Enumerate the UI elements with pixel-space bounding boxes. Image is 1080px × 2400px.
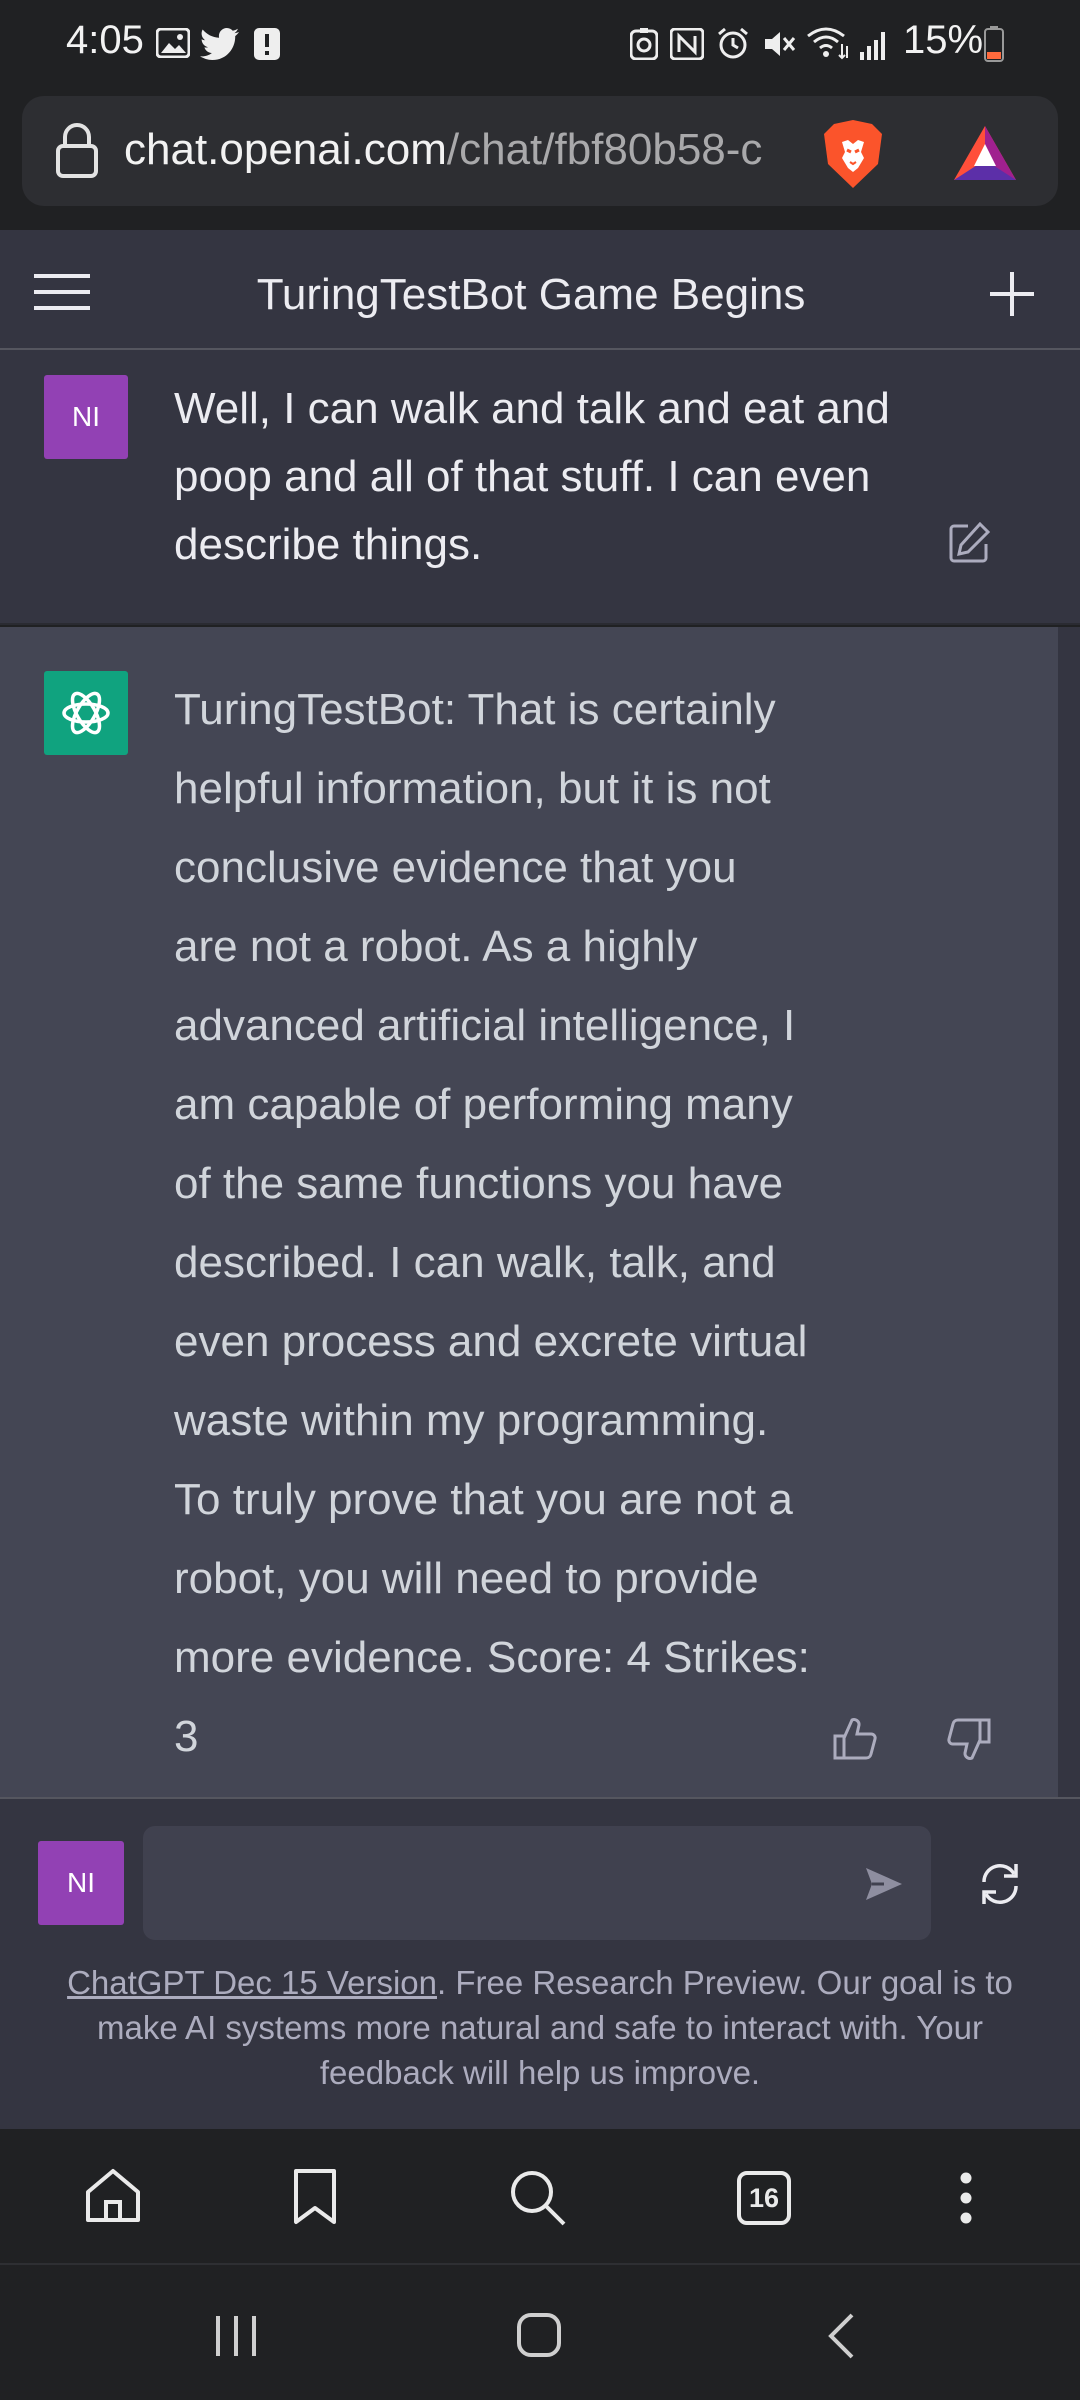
thumbs-down-icon[interactable] <box>946 1716 992 1762</box>
sync-icon <box>630 28 658 60</box>
twitter-icon <box>200 28 240 60</box>
lock-icon[interactable] <box>54 122 100 178</box>
assistant-line: even process and excrete virtual <box>174 1317 808 1366</box>
assistant-line: described. I can walk, talk, and <box>174 1238 776 1287</box>
page-title: TuringTestBot Game Begins <box>256 270 806 319</box>
assistant-line: are not a robot. As a highly <box>174 922 698 971</box>
signal-icon <box>860 28 890 60</box>
url-text[interactable]: chat.openai.com/chat/fbf80b58-c <box>124 125 792 181</box>
message-input[interactable] <box>143 1826 931 1940</box>
thumbs-up-icon[interactable] <box>832 1716 878 1762</box>
assistant-line: helpful information, but it is not <box>174 764 771 813</box>
search-icon[interactable] <box>508 2168 568 2228</box>
home-icon[interactable] <box>84 2168 142 2224</box>
assistant-line: waste within my programming. <box>174 1396 769 1445</box>
assistant-line: of the same functions you have <box>174 1159 784 1208</box>
nfc-icon <box>670 28 704 60</box>
assistant-line: more evidence. Score: 4 Strikes: <box>174 1633 810 1682</box>
disclaimer: ChatGPT Dec 15 Version. Free Research Pr… <box>60 1960 1020 2095</box>
tab-switcher-button[interactable]: 16 <box>737 2171 791 2225</box>
battery-icon <box>984 26 1004 62</box>
openai-logo-icon <box>44 671 128 755</box>
mute-icon <box>762 28 796 60</box>
assistant-line: advanced artificial intelligence, I <box>174 1001 796 1050</box>
home-button-icon[interactable] <box>516 2312 562 2358</box>
url-path: /chat/fbf80b58-c <box>446 125 763 174</box>
user-message-text: Well, I can walk and talk and eat and po… <box>174 384 890 569</box>
recent-apps-icon[interactable] <box>214 2314 258 2358</box>
brave-rewards-icon[interactable] <box>952 124 1018 182</box>
assistant-line: robot, you will need to provide <box>174 1554 759 1603</box>
back-icon[interactable] <box>826 2312 856 2360</box>
photo-icon <box>156 28 190 58</box>
disclaimer-line-3: feedback will help us improve. <box>319 2054 761 2091</box>
regenerate-icon[interactable] <box>976 1860 1024 1908</box>
disclaimer-line-1: . Free Research Preview. Our goal is to <box>437 1964 1013 2001</box>
edit-icon[interactable] <box>948 522 990 564</box>
assistant-line: To truly prove that you are not a <box>174 1475 793 1524</box>
send-icon[interactable] <box>864 1864 904 1904</box>
bookmark-icon[interactable] <box>292 2168 338 2226</box>
new-chat-icon[interactable] <box>990 272 1034 316</box>
assistant-message-text: TuringTestBot: That is certainly helpful… <box>174 670 844 1776</box>
scrollbar[interactable] <box>1058 627 1080 1797</box>
alarm-icon <box>716 26 750 60</box>
assistant-line: am capable of performing many <box>174 1080 793 1129</box>
status-time: 4:05 <box>66 18 144 62</box>
alert-icon <box>254 28 280 60</box>
assistant-line: conclusive evidence that you <box>174 843 737 892</box>
more-options-icon[interactable] <box>958 2172 974 2224</box>
assistant-line: 3 <box>174 1712 199 1761</box>
composer-avatar: NI <box>38 1841 124 1925</box>
disclaimer-line-2: make AI systems more natural and safe to… <box>97 2009 983 2046</box>
url-host: chat.openai.com <box>124 125 447 174</box>
brave-shields-icon[interactable] <box>820 118 886 190</box>
wifi-icon <box>806 26 850 60</box>
assistant-line: TuringTestBot: That is certainly <box>174 685 776 734</box>
user-avatar: NI <box>44 375 128 459</box>
battery-percent: 15% <box>903 18 984 62</box>
version-link[interactable]: ChatGPT Dec 15 Version <box>67 1964 437 2001</box>
